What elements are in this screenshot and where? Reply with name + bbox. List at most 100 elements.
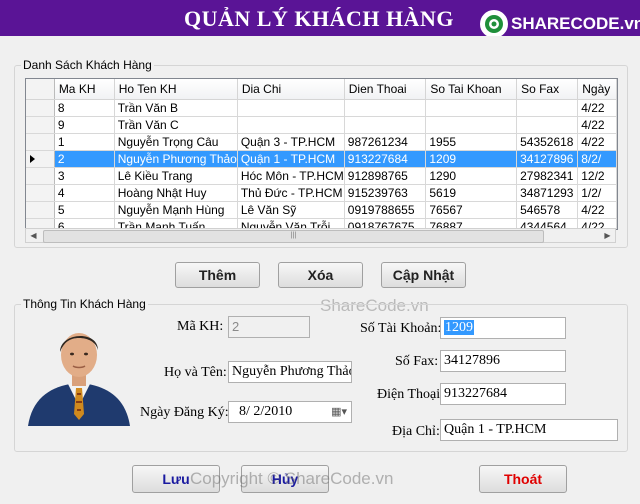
column-header[interactable]: Dia Chi <box>237 79 345 100</box>
cancel-button[interactable]: Hủy <box>241 465 329 493</box>
add-button[interactable]: Thêm <box>175 262 260 288</box>
grid-cell[interactable]: 5 <box>54 201 115 219</box>
column-header[interactable]: Ma KH <box>54 79 115 100</box>
table-row[interactable]: 2 Nguyễn Phương Thảo Quận 1 - TP.HCM 913227… <box>26 150 617 168</box>
grid-cell[interactable] <box>516 99 579 117</box>
grid-cell[interactable]: 4 <box>54 184 115 202</box>
register-date-label: Ngày Đăng Ký: <box>140 405 229 420</box>
grid-cell[interactable]: 4/22 <box>577 116 617 134</box>
delete-button[interactable]: Xóa <box>278 262 363 288</box>
grid-cell[interactable]: Nguyễn Trọng Câu <box>114 133 238 151</box>
scrollbar-thumb[interactable]: ||| <box>43 230 544 243</box>
grid-cell[interactable]: Trần Văn B <box>114 99 238 117</box>
row-header[interactable] <box>26 116 55 134</box>
grid-cell[interactable]: Nguyễn Mạnh Hùng <box>114 201 238 219</box>
grid-cell[interactable]: 1955 <box>425 133 518 151</box>
grid-cell[interactable]: Trần Văn C <box>114 116 238 134</box>
grid-cell[interactable]: 34871293 <box>516 184 579 202</box>
customer-grid[interactable]: Ma KH Ho Ten KH Dia Chi Dien Thoai So Ta… <box>25 78 618 230</box>
row-header[interactable] <box>26 201 55 219</box>
grid-cell[interactable]: Hóc Môn - TP.HCM <box>237 167 345 185</box>
register-date-picker[interactable]: 8/ 2/2010 ▦▾ <box>228 401 352 423</box>
grid-cell[interactable] <box>425 99 518 117</box>
grid-cell[interactable]: 4/22 <box>577 133 617 151</box>
grid-cell[interactable]: Lê Văn Sỹ <box>237 201 345 219</box>
grid-header-row: Ma KH Ho Ten KH Dia Chi Dien Thoai So Ta… <box>26 79 617 100</box>
title-bar: QUẢN LÝ KHÁCH HÀNG SHARECODE.vn <box>0 0 640 38</box>
grid-cell[interactable]: 1209 <box>425 150 518 168</box>
address-label: Địa Chỉ: <box>392 424 440 439</box>
column-header[interactable]: So Fax <box>516 79 579 100</box>
row-header[interactable] <box>26 99 55 117</box>
column-header[interactable]: Dien Thoai <box>344 79 427 100</box>
grid-cell[interactable]: Thủ Đức - TP.HCM <box>237 184 345 202</box>
phone-field[interactable]: 913227684 <box>440 383 566 405</box>
address-field[interactable]: Quận 1 - TP.HCM <box>440 419 618 441</box>
table-row[interactable]: 8 Trần Văn B 4/22 <box>26 99 617 117</box>
full-name-label: Họ và Tên: <box>164 365 227 380</box>
grid-cell[interactable]: 4/22 <box>577 201 617 219</box>
grid-cell[interactable]: 8/2/ <box>577 150 617 168</box>
table-row[interactable]: 4 Hoàng Nhật Huy Thủ Đức - TP.HCM 915239763… <box>26 184 617 202</box>
grid-cell[interactable]: 27982341 <box>516 167 579 185</box>
table-row[interactable]: 9 Trần Văn C 4/22 <box>26 116 617 134</box>
grid-cell[interactable]: 915239763 <box>344 184 427 202</box>
scroll-left-icon[interactable]: ◀ <box>26 229 41 242</box>
grid-cell[interactable]: 1/2/ <box>577 184 617 202</box>
table-row[interactable]: 5 Nguyễn Mạnh Hùng Lê Văn Sỹ 0919788655 7656… <box>26 201 617 219</box>
grid-cell[interactable] <box>425 116 518 134</box>
scroll-right-icon[interactable]: ▶ <box>600 229 615 242</box>
grid-cell[interactable]: 1290 <box>425 167 518 185</box>
grid-horizontal-scrollbar[interactable]: ◀ ||| ▶ <box>25 228 616 243</box>
grid-cell[interactable]: 76567 <box>425 201 518 219</box>
customer-id-label: Mã KH: <box>177 319 224 334</box>
grid-cell[interactable]: 987261234 <box>344 133 427 151</box>
customer-id-field[interactable]: 2 <box>228 316 310 338</box>
grid-cell[interactable]: 912898765 <box>344 167 427 185</box>
full-name-field[interactable]: Nguyễn Phương Thảo <box>228 361 352 383</box>
grid-cell[interactable]: 3 <box>54 167 115 185</box>
grid-cell[interactable] <box>237 99 345 117</box>
fax-field[interactable]: 34127896 <box>440 350 566 372</box>
sharecode-logo: SHARECODE.vn <box>480 10 640 38</box>
column-header[interactable]: Ngày <box>577 79 617 100</box>
grid-cell[interactable]: 0919788655 <box>344 201 427 219</box>
grid-cell[interactable] <box>237 116 345 134</box>
grid-cell[interactable]: 1 <box>54 133 115 151</box>
grid-cell[interactable]: 12/2 <box>577 167 617 185</box>
customer-list-legend: Danh Sách Khách Hàng <box>23 58 152 72</box>
calendar-dropdown-icon[interactable]: ▦▾ <box>331 405 347 418</box>
grid-cell[interactable] <box>344 99 427 117</box>
logo-text: SHARECODE.vn <box>511 14 640 33</box>
grid-cell[interactable]: Hoàng Nhật Huy <box>114 184 238 202</box>
row-header[interactable] <box>26 133 55 151</box>
grid-cell[interactable]: Quận 1 - TP.HCM <box>237 150 345 168</box>
grid-cell[interactable]: Quận 3 - TP.HCM <box>237 133 345 151</box>
grid-cell[interactable]: 9 <box>54 116 115 134</box>
row-header[interactable] <box>26 150 55 168</box>
save-button[interactable]: Lưu <box>132 465 220 493</box>
column-header[interactable]: Ho Ten KH <box>114 79 238 100</box>
grid-cell[interactable]: Nguyễn Phương Thảo <box>114 150 238 168</box>
grid-cell[interactable]: 913227684 <box>344 150 427 168</box>
grid-cell[interactable] <box>344 116 427 134</box>
row-header[interactable] <box>26 184 55 202</box>
grid-cell[interactable]: 5619 <box>425 184 518 202</box>
table-row[interactable]: 1 Nguyễn Trọng Câu Quận 3 - TP.HCM 98726123… <box>26 133 617 151</box>
grid-cell[interactable]: 54352618 <box>516 133 579 151</box>
table-row[interactable]: 3 Lê Kiều Trang Hóc Môn - TP.HCM 912898765 1… <box>26 167 617 185</box>
grid-cell[interactable]: 4/22 <box>577 99 617 117</box>
grid-cell[interactable]: 34127896 <box>516 150 579 168</box>
sharecode-logo-icon <box>480 10 508 38</box>
column-header[interactable]: So Tai Khoan <box>425 79 518 100</box>
grid-cell[interactable]: 2 <box>54 150 115 168</box>
account-number-field[interactable]: 1209 <box>440 317 566 339</box>
grid-cell[interactable]: 546578 <box>516 201 579 219</box>
grid-cell[interactable]: 8 <box>54 99 115 117</box>
grid-cell[interactable]: Lê Kiều Trang <box>114 167 238 185</box>
exit-button[interactable]: Thoát <box>479 465 567 493</box>
grid-cell[interactable] <box>516 116 579 134</box>
fax-label: Số Fax: <box>395 354 439 369</box>
update-button[interactable]: Cập Nhật <box>381 262 466 288</box>
row-header[interactable] <box>26 167 55 185</box>
